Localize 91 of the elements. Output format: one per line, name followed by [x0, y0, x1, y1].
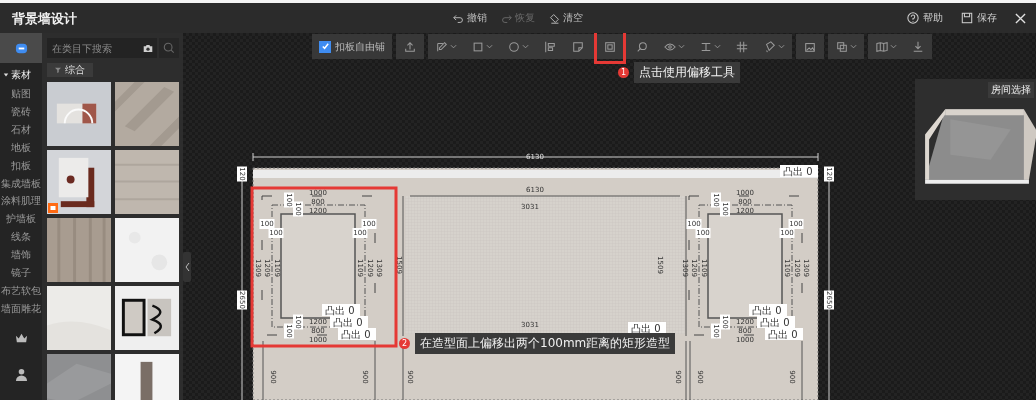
category-item[interactable]: 护墙板 — [0, 210, 42, 229]
caret-icon — [889, 43, 897, 50]
tool-button[interactable] — [594, 33, 626, 64]
caret-icon — [485, 43, 493, 50]
category-item[interactable]: 集成墙板 — [0, 174, 42, 193]
category-item[interactable]: 镜子 — [0, 264, 42, 282]
caret-icon — [3, 72, 9, 78]
header-action-button[interactable]: 清空 — [549, 11, 583, 25]
person-icon — [14, 368, 28, 382]
category-item[interactable]: 墙面雕花 — [0, 299, 42, 318]
caret-icon — [849, 43, 857, 50]
category-item[interactable]: 瓷砖 — [0, 102, 42, 121]
caret-icon — [449, 43, 457, 50]
bulge-tag: 凸出 0 — [628, 322, 666, 334]
circle-icon — [507, 40, 520, 53]
note-icon — [572, 40, 584, 53]
download-icon — [912, 40, 924, 53]
room-preview[interactable]: 房间选择 — [915, 79, 1036, 200]
section-label: 素材 — [11, 68, 31, 82]
checkbox-label: 扣板自由铺 — [335, 39, 385, 54]
help-icon — [907, 12, 919, 24]
checkbox[interactable] — [319, 40, 331, 53]
material-tile[interactable] — [115, 218, 179, 282]
grid-icon — [736, 40, 748, 53]
pen-icon — [435, 40, 448, 53]
search-input[interactable]: 在类目下搜索 — [52, 38, 143, 58]
category-item[interactable]: 地板 — [0, 138, 42, 157]
eraser-icon — [549, 12, 560, 24]
image-icon — [804, 40, 816, 53]
section-toggle[interactable]: 素材 — [0, 63, 42, 85]
step-number: 1 — [618, 67, 629, 78]
header-button[interactable]: 帮助 — [907, 11, 943, 25]
align-icon — [544, 40, 556, 53]
search-icon — [163, 42, 175, 54]
dim-icon — [699, 40, 712, 53]
bulge-tag: 凸出 0 — [757, 316, 795, 328]
arrow-icon — [453, 12, 464, 24]
material-tile[interactable] — [47, 82, 111, 146]
search-button[interactable] — [159, 38, 179, 58]
material-tile[interactable] — [115, 286, 179, 350]
header-action-button[interactable]: 撤销 — [453, 11, 487, 25]
material-tile[interactable] — [47, 286, 111, 350]
caret-icon — [777, 43, 785, 50]
caret-icon — [713, 43, 721, 50]
tag-icon — [48, 203, 58, 213]
category-item[interactable]: 线条 — [0, 228, 42, 247]
box-icon — [14, 41, 28, 55]
upload-icon — [404, 40, 416, 53]
search-field[interactable]: 在类目下搜索 — [47, 38, 157, 58]
callout-tooltip: 在造型面上偏移出两个100mm距离的矩形造型 — [415, 333, 676, 354]
window-title: 背景墙设计 — [12, 11, 77, 26]
camera-icon[interactable] — [143, 43, 153, 53]
bulge-tag: 凸出 0 — [322, 304, 360, 316]
category-item[interactable]: 布艺软包 — [0, 281, 42, 300]
bulge-tag: 凸出 0 — [338, 328, 376, 340]
paint-icon — [763, 40, 776, 53]
bulge-tag: 凸出 0 — [765, 328, 803, 340]
material-tile[interactable] — [115, 82, 179, 146]
caret-icon — [521, 43, 529, 50]
category-item[interactable]: 扣板 — [0, 156, 42, 175]
layers-icon — [835, 40, 848, 53]
free-tile-checkbox[interactable]: 扣板自由铺 — [312, 34, 392, 59]
bulge-tag: 凸出 0 — [749, 304, 787, 316]
filter-chip[interactable]: 综合 — [47, 63, 93, 77]
material-tile[interactable] — [47, 150, 111, 214]
material-tile[interactable] — [115, 354, 179, 400]
header-button[interactable]: 保存 — [961, 11, 997, 25]
category-item[interactable]: 墙饰 — [0, 246, 42, 265]
design-canvas[interactable] — [183, 33, 1036, 400]
bulge-tag: 凸出 0 — [330, 316, 368, 328]
room-select-label[interactable]: 房间选择 — [988, 82, 1034, 98]
step-number: 2 — [399, 338, 410, 349]
offset-icon — [604, 40, 616, 53]
category-item[interactable]: 涂料肌理 — [0, 192, 42, 211]
material-tile[interactable] — [115, 150, 179, 214]
category-item[interactable]: 石材 — [0, 120, 42, 139]
category-item[interactable]: 贴图 — [0, 85, 42, 103]
collapse-handle[interactable] — [183, 252, 191, 282]
callout-tooltip: 点击使用偏移工具 — [634, 62, 740, 83]
caret-icon — [677, 43, 685, 50]
material-tile[interactable] — [47, 354, 111, 400]
map-icon — [875, 40, 888, 53]
close-icon[interactable] — [1015, 12, 1026, 24]
material-tile[interactable] — [47, 218, 111, 282]
zoom-icon — [636, 40, 648, 53]
rect-icon — [471, 40, 484, 53]
check-icon — [320, 42, 330, 51]
eye-icon — [663, 40, 676, 53]
bulge-tag: 凸出 0 — [780, 165, 818, 177]
filter-icon — [55, 67, 61, 73]
arrow-icon — [501, 12, 512, 24]
